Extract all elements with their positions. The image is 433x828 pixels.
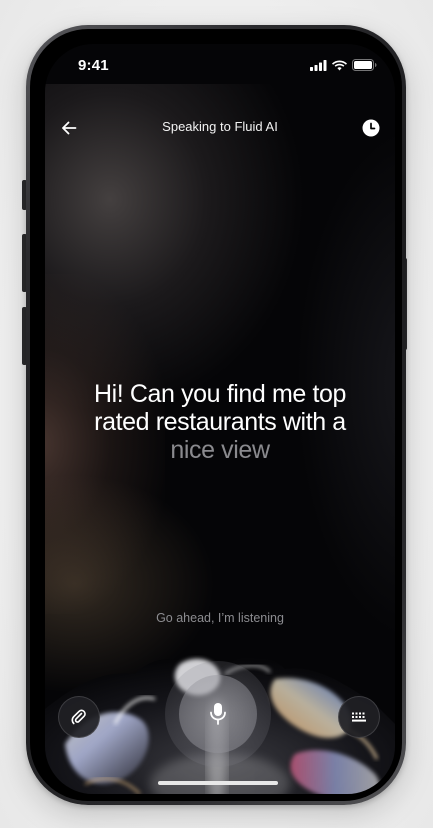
paperclip-icon [71, 709, 86, 725]
transcript-spoken-text: Hi! Can you find me top rated restaurant… [93, 380, 347, 436]
cellular-signal-icon [310, 59, 327, 71]
status-bar: 9:41 [45, 44, 395, 88]
keyboard-button[interactable] [338, 696, 380, 738]
keyboard-icon [352, 712, 366, 722]
top-navigation: Speaking to Fluid AI [45, 116, 395, 146]
wifi-icon [332, 60, 347, 70]
device-mockup: 9:41 Speaking to Fluid AI Hi! Can you fi… [0, 0, 433, 828]
voice-assistant-screen: 9:41 Speaking to Fluid AI Hi! Can you fi… [45, 44, 395, 794]
attach-button[interactable] [58, 696, 100, 738]
home-indicator[interactable] [158, 781, 278, 785]
phone-bezel: 9:41 Speaking to Fluid AI Hi! Can you fi… [30, 29, 402, 801]
transcript-pending-text: nice view [170, 436, 270, 464]
clock-icon [362, 119, 380, 137]
battery-icon [352, 59, 377, 71]
phone-frame: 9:41 Speaking to Fluid AI Hi! Can you fi… [26, 25, 406, 805]
microphone-button-core [179, 675, 257, 753]
microphone-icon [210, 703, 226, 725]
status-time: 9:41 [78, 57, 109, 74]
history-button[interactable] [359, 116, 383, 140]
page-title: Speaking to Fluid AI [162, 119, 278, 134]
status-icons [310, 59, 377, 71]
microphone-button[interactable] [165, 661, 271, 767]
speech-transcript: Hi! Can you find me top rated restaurant… [65, 380, 375, 464]
listening-hint: Go ahead, I’m listening [156, 611, 284, 625]
